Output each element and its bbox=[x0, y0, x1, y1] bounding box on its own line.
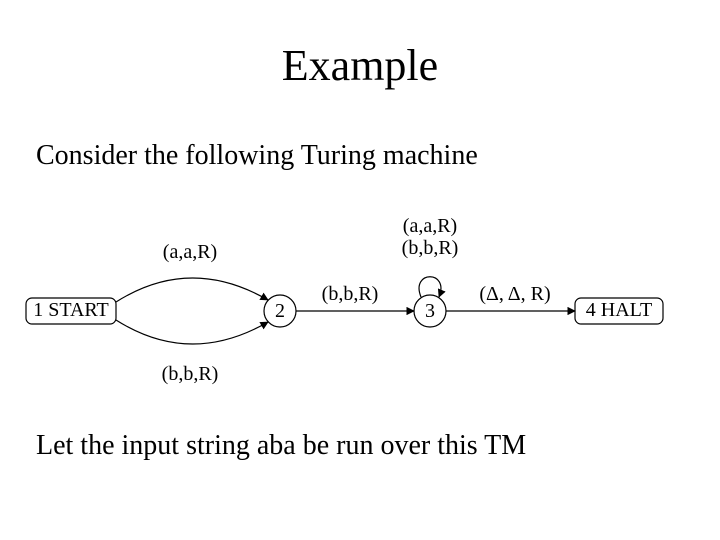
turing-machine-diagram: 1 START 2 3 4 HALT (a,a,R) (b,b,R) (b,b,… bbox=[20, 200, 700, 400]
edge-3-loop-label-top: (a,a,R) bbox=[403, 215, 457, 237]
edge-1-to-2-bottom bbox=[116, 320, 268, 344]
edge-3-self-loop bbox=[419, 277, 441, 297]
edge-1-2-bottom-label: (b,b,R) bbox=[162, 363, 219, 385]
slide: Example Consider the following Turing ma… bbox=[0, 0, 720, 540]
edge-1-2-top-label: (a,a,R) bbox=[163, 241, 217, 263]
state-3-label: 3 bbox=[425, 300, 435, 322]
state-4-label: 4 HALT bbox=[586, 299, 652, 321]
state-1-label: 1 START bbox=[33, 299, 109, 321]
page-title: Example bbox=[0, 40, 720, 91]
state-2-label: 2 bbox=[275, 300, 285, 322]
edge-3-4-label: (Δ, Δ, R) bbox=[479, 283, 550, 305]
footer-text: Let the input string aba be run over thi… bbox=[36, 430, 526, 462]
edge-1-to-2-top bbox=[116, 278, 268, 302]
edge-2-3-label: (b,b,R) bbox=[322, 283, 379, 305]
description-text: Consider the following Turing machine bbox=[36, 140, 478, 172]
edge-3-loop-label-bottom: (b,b,R) bbox=[402, 237, 459, 259]
